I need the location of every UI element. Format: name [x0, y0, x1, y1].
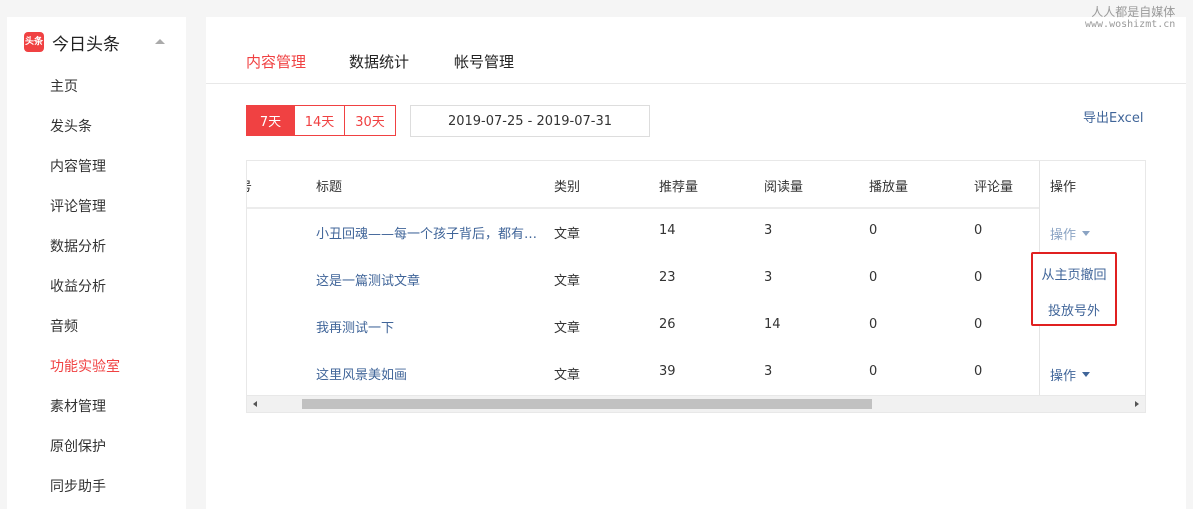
sidebar-item-lab[interactable]: 功能实验室 — [50, 357, 120, 397]
date-range-input[interactable]: 2019-07-25 - 2019-07-31 — [410, 105, 650, 137]
table-row: 这是一篇测试文章 文章 23 3 0 0 — [247, 256, 1145, 303]
tab-content-management[interactable]: 内容管理 — [246, 51, 306, 72]
comment-cell: 0 — [974, 364, 983, 379]
recommend-cell: 14 — [659, 223, 676, 238]
boost-extra-item[interactable]: 投放号外 — [1033, 300, 1115, 319]
scrollbar-thumb[interactable] — [302, 399, 872, 409]
sidebar-item-analytics[interactable]: 数据分析 — [50, 237, 120, 277]
range-30-days-button[interactable]: 30天 — [345, 105, 396, 136]
recommend-cell: 26 — [659, 317, 676, 332]
sidebar-nav: 主页 发头条 内容管理 评论管理 数据分析 收益分析 音频 功能实验室 素材管理… — [50, 77, 120, 509]
tab-bar: 内容管理 数据统计 帐号管理 — [206, 17, 1186, 84]
column-header-category: 类别 — [554, 180, 581, 195]
export-excel-link[interactable]: 导出Excel — [1083, 107, 1143, 126]
comment-cell: 0 — [974, 317, 983, 332]
withdraw-from-homepage-item[interactable]: 从主页撤回 — [1033, 264, 1115, 283]
content-table: 号 标题 类别 推荐量 阅读量 播放量 评论量 小丑回魂——每一个孩子背后，都有… — [246, 160, 1146, 413]
article-title-link[interactable]: 我再测试一下 — [316, 317, 544, 336]
play-cell: 0 — [869, 223, 878, 238]
row-action-button[interactable]: 操作 — [1050, 224, 1091, 243]
article-title-link[interactable]: 这里风景美如画 — [316, 364, 544, 383]
brand[interactable]: 头条 今日头条 — [24, 31, 120, 55]
category-cell: 文章 — [554, 368, 581, 383]
category-cell: 文章 — [554, 227, 581, 242]
read-cell: 3 — [764, 270, 773, 285]
watermark-title: 人人都是自媒体 — [1091, 5, 1176, 19]
sidebar: 头条 今日头条 主页 发头条 内容管理 评论管理 数据分析 收益分析 音频 功能… — [7, 17, 186, 509]
scroll-left-arrow-icon[interactable] — [253, 401, 257, 407]
sidebar-item-revenue[interactable]: 收益分析 — [50, 277, 120, 317]
comment-cell: 0 — [974, 223, 983, 238]
table-header: 号 标题 类别 推荐量 阅读量 播放量 评论量 — [247, 161, 1145, 209]
chevron-up-icon[interactable] — [155, 39, 165, 44]
toutiao-logo-icon: 头条 — [24, 32, 44, 52]
scroll-right-arrow-icon[interactable] — [1135, 401, 1139, 407]
recommend-cell: 23 — [659, 270, 676, 285]
table-row: 这里风景美如画 文章 39 3 0 0 — [247, 350, 1145, 397]
column-header-play: 播放量 — [869, 180, 909, 195]
column-header-comment: 评论量 — [974, 180, 1014, 195]
article-title-link[interactable]: 小丑回魂——每一个孩子背后，都有一个故事 — [316, 223, 544, 242]
read-cell: 3 — [764, 223, 773, 238]
article-title-link[interactable]: 这是一篇测试文章 — [316, 270, 544, 289]
read-cell: 3 — [764, 364, 773, 379]
play-cell: 0 — [869, 364, 878, 379]
caret-down-icon — [1082, 231, 1091, 236]
column-header-index: 号 — [247, 176, 252, 195]
column-header-recommend: 推荐量 — [659, 180, 699, 195]
comment-cell: 0 — [974, 270, 983, 285]
tab-statistics[interactable]: 数据统计 — [349, 51, 409, 72]
sidebar-item-content[interactable]: 内容管理 — [50, 157, 120, 197]
range-7-days-button[interactable]: 7天 — [246, 105, 295, 136]
row-action-label: 操作 — [1050, 369, 1077, 384]
column-header-action: 操作 — [1050, 180, 1077, 195]
play-cell: 0 — [869, 317, 878, 332]
brand-name: 今日头条 — [52, 34, 120, 55]
horizontal-scrollbar[interactable] — [247, 395, 1145, 412]
sidebar-item-audio[interactable]: 音频 — [50, 317, 120, 357]
table-row: 我再测试一下 文章 26 14 0 0 — [247, 303, 1145, 350]
column-header-title: 标题 — [316, 180, 343, 195]
column-header-read: 阅读量 — [764, 180, 804, 195]
sidebar-item-publish[interactable]: 发头条 — [50, 117, 120, 157]
table-row: 小丑回魂——每一个孩子背后，都有一个故事 文章 14 3 0 0 — [247, 209, 1145, 256]
action-dropdown-menu: 从主页撤回 投放号外 — [1031, 252, 1117, 326]
caret-down-icon — [1082, 372, 1091, 377]
play-cell: 0 — [869, 270, 878, 285]
category-cell: 文章 — [554, 321, 581, 336]
sidebar-item-original[interactable]: 原创保护 — [50, 437, 120, 477]
range-14-days-button[interactable]: 14天 — [295, 105, 345, 136]
tab-account-management[interactable]: 帐号管理 — [454, 51, 514, 72]
sidebar-item-comments[interactable]: 评论管理 — [50, 197, 120, 237]
read-cell: 14 — [764, 317, 781, 332]
sidebar-item-sync[interactable]: 同步助手 — [50, 477, 120, 509]
sidebar-item-home[interactable]: 主页 — [50, 77, 120, 117]
category-cell: 文章 — [554, 274, 581, 289]
row-action-button[interactable]: 操作 — [1050, 365, 1091, 384]
recommend-cell: 39 — [659, 364, 676, 379]
watermark: 人人都是自媒体 www.woshizmt.cn — [1085, 5, 1176, 31]
sidebar-item-assets[interactable]: 素材管理 — [50, 397, 120, 437]
row-action-label: 操作 — [1050, 228, 1077, 243]
date-range-buttons: 7天 14天 30天 — [246, 105, 396, 136]
watermark-url: www.woshizmt.cn — [1085, 19, 1176, 31]
